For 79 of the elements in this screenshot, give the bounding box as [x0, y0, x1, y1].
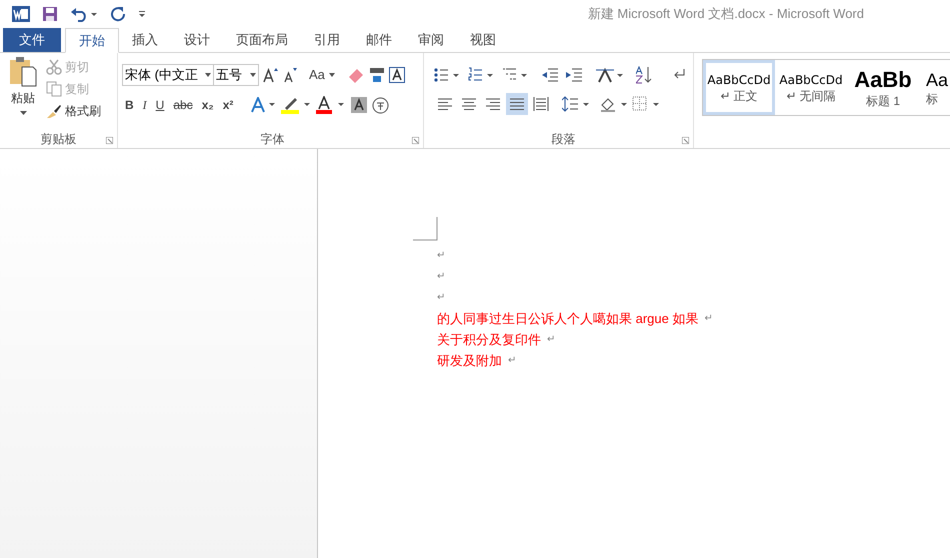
format-button[interactable]: x₂ — [202, 96, 214, 114]
paragraph-mark: ↵ — [547, 333, 555, 347]
style-item[interactable]: Aa 标 — [919, 60, 950, 115]
caret-icon[interactable] — [20, 111, 26, 115]
style-name: 标 — [926, 92, 938, 104]
style-name: ↵ 无间隔 — [786, 90, 836, 102]
character-border-icon[interactable] — [388, 67, 405, 83]
font-color-icon[interactable] — [316, 96, 346, 114]
caret-icon[interactable] — [205, 73, 211, 77]
copy-icon — [46, 80, 62, 96]
dialog-launcher-icon[interactable] — [682, 137, 689, 144]
style-name: 标题 1 — [866, 94, 900, 106]
style-name: ↵ 正文 — [720, 90, 758, 102]
ribbon-tab[interactable]: 引用 — [301, 28, 353, 52]
grow-font-icon[interactable] — [263, 67, 279, 83]
ribbon-tab[interactable]: 审阅 — [405, 28, 457, 52]
numbering-icon[interactable] — [468, 67, 494, 83]
line-spacing-icon[interactable] — [562, 96, 590, 112]
clipboard-button[interactable]: 格式刷 — [46, 101, 101, 120]
change-case-button[interactable]: Aa — [309, 65, 325, 85]
scissors-icon — [46, 58, 62, 74]
style-preview: AaBb — [854, 68, 912, 90]
ribbon-tab[interactable]: 插入 — [119, 28, 171, 52]
dialog-launcher-icon[interactable] — [412, 137, 419, 144]
enclose-character-icon[interactable] — [372, 96, 390, 114]
caret-icon[interactable] — [250, 73, 256, 77]
caret-icon[interactable] — [328, 73, 335, 77]
paragraph-mark: ↵ — [437, 249, 445, 263]
group-label: 段落 — [552, 131, 576, 148]
customize-icon[interactable] — [138, 9, 146, 19]
ribbon-tab[interactable]: 设计 — [171, 28, 223, 52]
shrink-font-icon[interactable] — [283, 67, 299, 83]
ribbon-tab[interactable]: 邮件 — [353, 28, 405, 52]
paintbrush-icon — [46, 102, 62, 118]
format-button[interactable]: I — [142, 96, 147, 114]
window-title: 新建 Microsoft Word 文档.docx - Microsoft Word — [588, 5, 865, 24]
style-item[interactable]: AaBbCcDd ↵ 无间隔 — [775, 60, 847, 115]
bullets-icon[interactable] — [434, 67, 460, 83]
paste-button[interactable]: 粘贴 — [11, 89, 35, 107]
paragraph-text: 关于积分及复印件 — [437, 330, 541, 349]
paragraph-mark: ↵ — [508, 354, 516, 368]
clipboard-icon[interactable] — [9, 57, 37, 87]
group-label: 字体 — [260, 131, 284, 148]
save-icon[interactable] — [42, 6, 58, 22]
file-tab[interactable]: 文件 — [3, 28, 61, 52]
word-logo-icon[interactable] — [12, 6, 30, 22]
decrease-indent-icon[interactable] — [542, 67, 558, 83]
paragraph-mark: ↵ — [437, 291, 445, 305]
paragraph-mark: ↵ — [437, 270, 445, 284]
ribbon-tab[interactable]: 页面布局 — [223, 28, 301, 52]
style-item[interactable]: AaBb 标题 1 — [847, 60, 919, 115]
format-button[interactable]: B — [125, 96, 134, 114]
highlight-icon[interactable] — [281, 96, 312, 114]
format-button[interactable]: U — [156, 96, 164, 114]
style-preview: Aa — [926, 70, 948, 88]
group-label: 剪贴板 — [40, 131, 76, 148]
style-preview: AaBbCcDd — [779, 74, 843, 86]
ribbon-tab[interactable]: 开始 — [65, 28, 119, 53]
text-effects-icon[interactable] — [250, 97, 276, 113]
paragraph-text: 的人同事过生日公诉人个人噶如果 argue 如果 — [437, 310, 698, 328]
increase-indent-icon[interactable] — [566, 67, 582, 83]
margin-corner-mark — [413, 217, 438, 241]
paragraph-text: 研发及附加 — [437, 352, 502, 370]
sort-icon[interactable] — [636, 66, 652, 84]
redo-icon[interactable] — [110, 6, 126, 22]
text-direction-icon[interactable] — [596, 67, 624, 83]
font-name-field[interactable]: 宋体 (中文正 — [122, 64, 214, 86]
format-button[interactable]: abc — [173, 96, 193, 114]
font-size-field[interactable]: 五号 — [213, 64, 259, 86]
shading-icon[interactable] — [600, 96, 628, 112]
style-preview: AaBbCcDd — [707, 74, 771, 86]
paragraph-mark: ↵ — [704, 312, 712, 326]
borders-icon[interactable] — [632, 96, 660, 112]
undo-icon[interactable] — [70, 6, 98, 22]
dialog-launcher-icon[interactable] — [106, 137, 113, 144]
format-button[interactable]: x² — [222, 96, 234, 114]
style-item[interactable]: AaBbCcDd ↵ 正文 — [703, 60, 775, 115]
character-shading-icon[interactable] — [351, 97, 368, 113]
ribbon-tab[interactable]: 视图 — [457, 28, 509, 52]
